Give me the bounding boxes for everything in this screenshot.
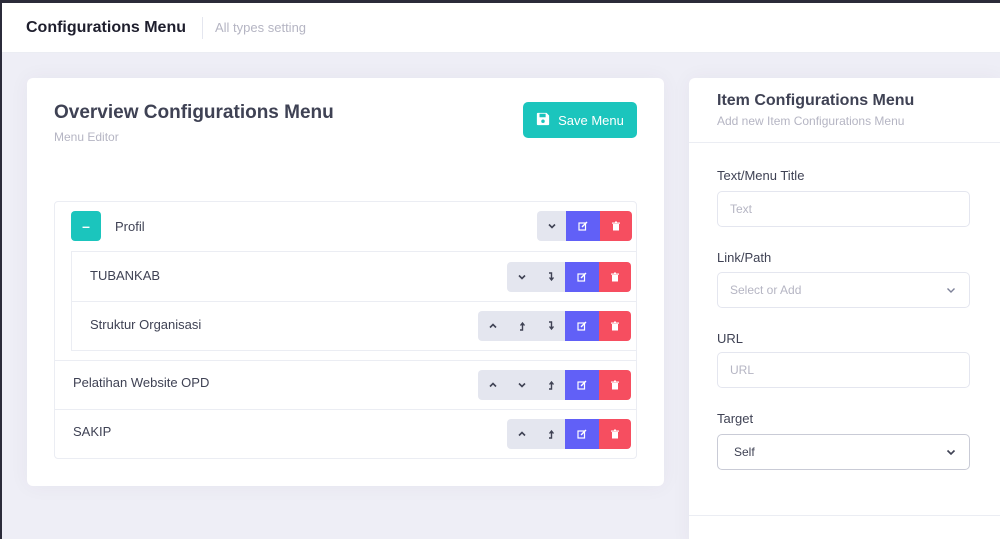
delete-button[interactable] — [599, 419, 631, 449]
edit-button[interactable] — [566, 211, 600, 241]
delete-button[interactable] — [599, 262, 631, 292]
menu-item-struktur-organisasi[interactable]: Struktur Organisasi — [72, 302, 636, 350]
chevron-down-icon — [946, 449, 956, 456]
text-input[interactable]: Text — [717, 191, 970, 227]
chevron-down-icon — [547, 223, 556, 229]
level-up-icon — [519, 321, 525, 331]
level-down-icon — [548, 272, 554, 282]
menu-tree: – Profil TUBANKAB Struktur Organisasi Pe… — [54, 201, 637, 459]
move-down-button[interactable] — [537, 211, 566, 241]
save-icon — [536, 112, 550, 129]
menu-item-sakip[interactable]: SAKIP — [55, 410, 636, 458]
chevron-down-icon — [517, 382, 526, 388]
text-input-placeholder: Text — [730, 202, 753, 216]
outdent-button[interactable] — [536, 262, 565, 292]
trash-icon — [611, 429, 619, 439]
move-up-button[interactable] — [478, 311, 507, 341]
move-up-button[interactable] — [507, 419, 536, 449]
form-footer-divider — [689, 515, 1000, 516]
outdent-button[interactable] — [536, 311, 565, 341]
trash-icon — [611, 272, 619, 282]
chevron-up-icon — [517, 431, 526, 437]
delete-button[interactable] — [600, 211, 632, 241]
trash-icon — [611, 380, 619, 390]
link-select-placeholder: Select or Add — [730, 283, 802, 297]
overview-card: Overview Configurations Menu Menu Editor… — [27, 78, 664, 486]
item-actions — [537, 211, 632, 241]
overview-subtitle: Menu Editor — [54, 130, 119, 144]
item-actions — [478, 370, 631, 400]
chevron-up-icon — [488, 382, 497, 388]
item-form-card: Item Configurations Menu Add new Item Co… — [689, 78, 1000, 539]
target-field-label: Target — [717, 411, 754, 426]
edit-icon — [577, 429, 587, 439]
move-down-button[interactable] — [507, 370, 536, 400]
collapse-button[interactable]: – — [71, 211, 101, 241]
delete-button[interactable] — [599, 370, 631, 400]
move-up-button[interactable] — [478, 370, 507, 400]
edit-icon — [577, 272, 587, 282]
level-down-icon — [548, 321, 554, 331]
form-subtitle: Add new Item Configurations Menu — [717, 114, 905, 128]
target-select[interactable]: Self — [717, 434, 970, 470]
trash-icon — [611, 321, 619, 331]
save-menu-button[interactable]: Save Menu — [523, 102, 637, 138]
overview-title: Overview Configurations Menu — [54, 102, 334, 123]
page-title: Configurations Menu — [26, 18, 186, 36]
menu-item-profil[interactable]: – Profil TUBANKAB Struktur Organisasi — [55, 202, 637, 361]
menu-item-label: Struktur Organisasi — [90, 317, 202, 332]
target-select-value: Self — [734, 445, 755, 459]
menu-item-tubankab[interactable]: TUBANKAB — [72, 252, 636, 302]
edit-icon — [577, 380, 587, 390]
submenu: TUBANKAB Struktur Organisasi — [71, 251, 637, 351]
url-input[interactable]: URL — [717, 352, 970, 388]
indent-button[interactable] — [536, 370, 565, 400]
edit-button[interactable] — [565, 370, 599, 400]
link-field-label: Link/Path — [717, 250, 772, 265]
link-select[interactable]: Select or Add — [717, 272, 970, 308]
edit-icon — [577, 321, 587, 331]
header-separator — [201, 16, 203, 39]
menu-item-label: Pelatihan Website OPD — [73, 375, 210, 390]
edit-button[interactable] — [565, 262, 599, 292]
menu-item-pelatihan-website-opd[interactable]: Pelatihan Website OPD — [55, 361, 636, 410]
edit-button[interactable] — [565, 419, 599, 449]
move-down-button[interactable] — [507, 262, 536, 292]
save-menu-label: Save Menu — [558, 112, 624, 128]
trash-icon — [612, 221, 620, 231]
chevron-up-icon — [488, 323, 497, 329]
indent-button[interactable] — [536, 419, 565, 449]
url-field-label: URL — [717, 331, 744, 346]
item-actions — [507, 419, 631, 449]
page-subtitle: All types setting — [214, 20, 307, 35]
chevron-down-icon — [947, 288, 955, 293]
menu-item-label: SAKIP — [73, 424, 112, 439]
indent-button[interactable] — [507, 311, 536, 341]
chevron-down-icon — [517, 274, 526, 280]
window-frame-left — [0, 0, 2, 539]
item-actions — [478, 311, 631, 341]
level-up-icon — [548, 429, 554, 439]
top-bar: Configurations Menu All types setting — [2, 3, 1000, 53]
form-title: Item Configurations Menu — [717, 92, 915, 109]
edit-button[interactable] — [565, 311, 599, 341]
edit-icon — [578, 221, 588, 231]
url-input-placeholder: URL — [730, 363, 755, 377]
menu-item-label: TUBANKAB — [90, 268, 161, 283]
level-up-icon — [548, 380, 554, 390]
form-header-divider — [689, 142, 1000, 143]
item-actions — [507, 262, 631, 292]
menu-item-label: Profil — [115, 219, 145, 234]
delete-button[interactable] — [599, 311, 631, 341]
text-field-label: Text/Menu Title — [717, 168, 805, 183]
